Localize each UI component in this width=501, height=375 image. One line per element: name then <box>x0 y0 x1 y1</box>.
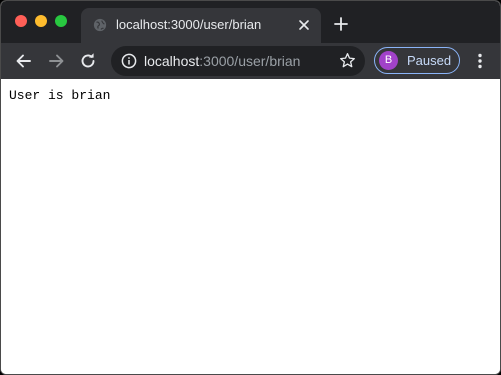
close-icon[interactable] <box>297 18 311 32</box>
tab-title: localhost:3000/user/brian <box>116 17 262 32</box>
info-icon[interactable] <box>121 53 137 69</box>
globe-icon <box>93 18 107 32</box>
browser-tab[interactable]: localhost:3000/user/brian <box>81 8 321 43</box>
reload-button[interactable] <box>79 52 97 70</box>
avatar: B <box>379 51 398 70</box>
forward-button[interactable] <box>47 52 65 70</box>
tab-strip: localhost:3000/user/brian <box>1 1 500 43</box>
page-content: User is brian <box>1 79 500 374</box>
address-bar[interactable]: localhost:3000/user/brian <box>111 46 365 76</box>
url-path: :3000/user/brian <box>199 53 301 69</box>
url-text[interactable]: localhost:3000/user/brian <box>144 53 300 69</box>
kebab-menu-icon[interactable] <box>471 52 489 70</box>
window-close-button[interactable] <box>15 15 27 27</box>
back-button[interactable] <box>15 52 33 70</box>
browser-window: localhost:3000/user/brian localhost:3000… <box>0 0 501 375</box>
star-icon[interactable] <box>339 52 356 69</box>
page-text: User is brian <box>9 88 111 103</box>
url-host: localhost <box>144 53 200 69</box>
window-minimize-button[interactable] <box>35 15 47 27</box>
profile-button[interactable]: B Paused <box>374 47 460 74</box>
browser-toolbar: localhost:3000/user/brian B Paused <box>1 43 500 79</box>
window-maximize-button[interactable] <box>55 15 67 27</box>
profile-status: Paused <box>407 53 452 68</box>
new-tab-button[interactable] <box>334 17 348 31</box>
